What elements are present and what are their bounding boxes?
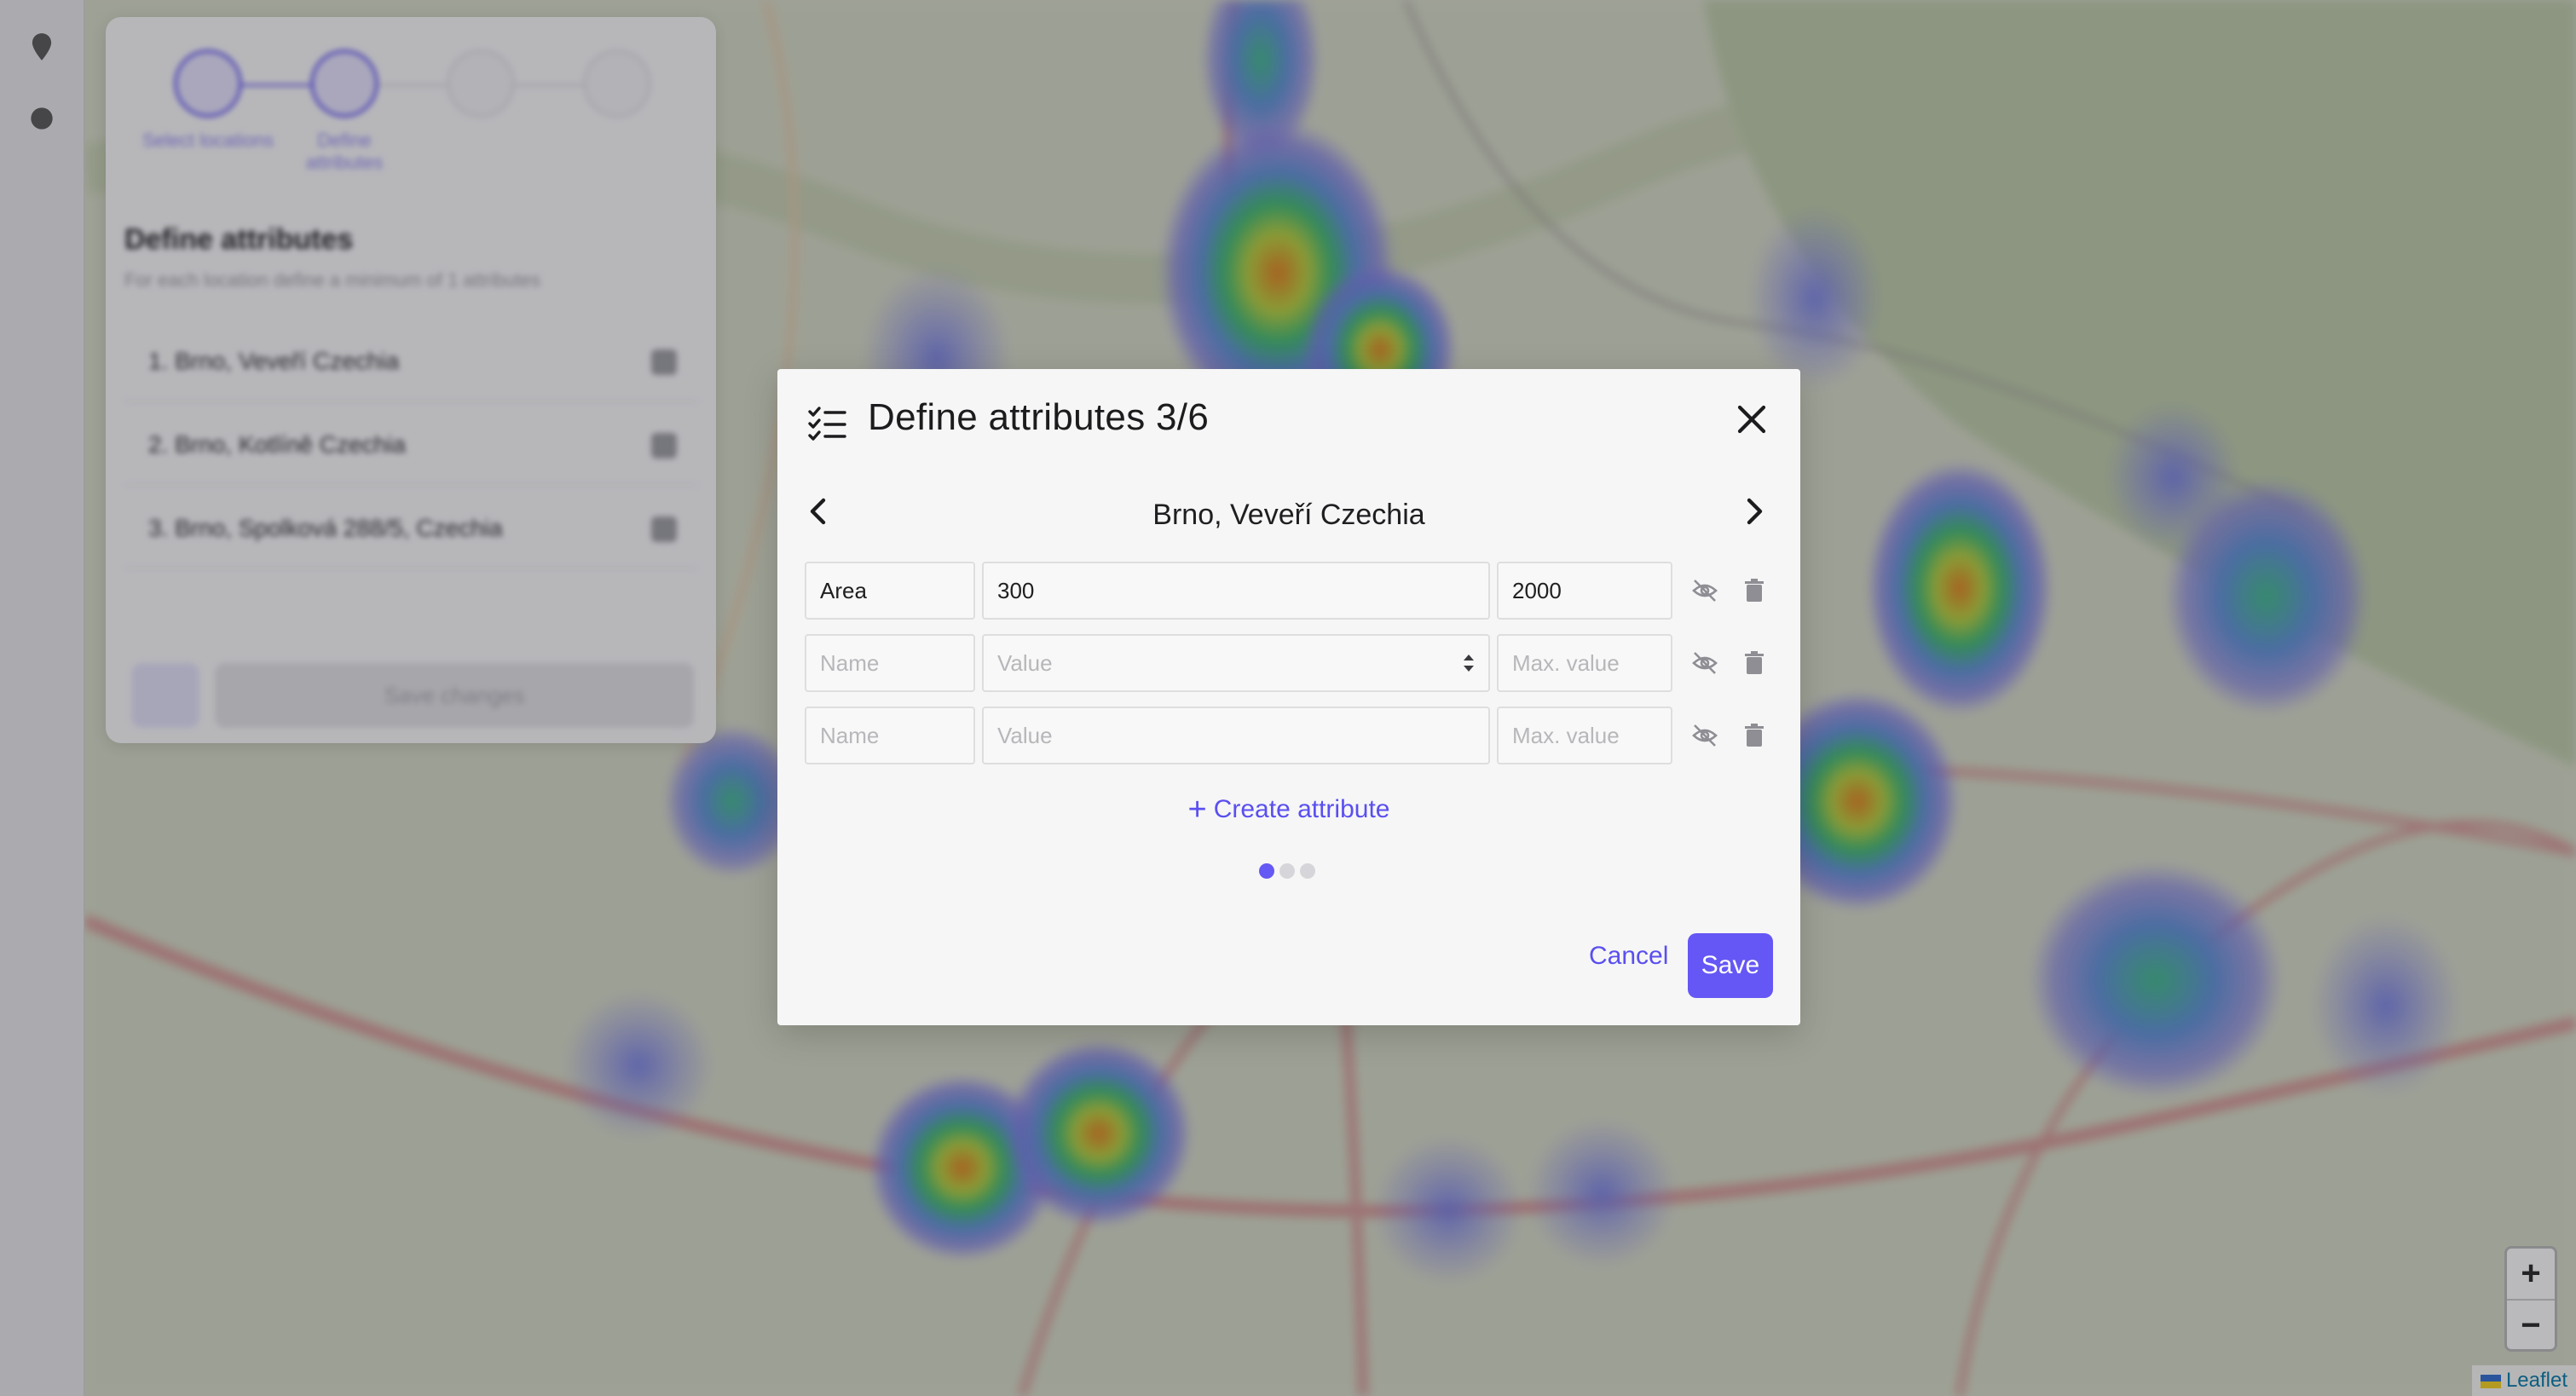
chevron-right-icon[interactable] [1734, 492, 1773, 531]
attribute-max-input[interactable] [1497, 562, 1672, 620]
define-attributes-modal: Define attributes 3/6 Brno, Veveří Czech… [777, 369, 1800, 1025]
attribute-max-input[interactable] [1497, 634, 1672, 692]
attribute-row [805, 562, 1773, 620]
create-attribute-button[interactable]: + Create attribute [777, 792, 1800, 828]
number-spinner-icon[interactable] [1461, 649, 1476, 677]
modal-title: Define attributes 3/6 [868, 396, 1210, 438]
location-title: Brno, Veveří Czechia [1152, 499, 1425, 531]
attribute-value-input[interactable] [982, 634, 1490, 692]
create-attribute-label: Create attribute [1213, 795, 1390, 823]
attribute-row [805, 707, 1773, 764]
eye-off-icon[interactable] [1689, 720, 1720, 751]
cancel-button[interactable]: Cancel [1579, 933, 1678, 979]
close-icon[interactable] [1732, 400, 1771, 439]
save-button[interactable]: Save [1688, 933, 1773, 998]
pagination-dot[interactable] [1259, 863, 1274, 879]
eye-off-icon[interactable] [1689, 575, 1720, 606]
attribute-max-input[interactable] [1497, 707, 1672, 764]
trash-icon[interactable] [1739, 648, 1770, 678]
pagination-dot[interactable] [1279, 863, 1295, 879]
attribute-name-input[interactable] [805, 634, 975, 692]
pagination-dot[interactable] [1300, 863, 1315, 879]
attribute-name-input[interactable] [805, 707, 975, 764]
plus-icon: + [1187, 792, 1207, 828]
trash-icon[interactable] [1739, 720, 1770, 751]
pagination-dots [1259, 863, 1319, 880]
eye-off-icon[interactable] [1689, 648, 1720, 678]
trash-icon[interactable] [1739, 575, 1770, 606]
attribute-name-input[interactable] [805, 562, 975, 620]
attribute-value-input[interactable] [982, 707, 1490, 764]
attribute-value-input[interactable] [982, 562, 1490, 620]
checklist-icon [806, 403, 847, 444]
attribute-row [805, 634, 1773, 692]
